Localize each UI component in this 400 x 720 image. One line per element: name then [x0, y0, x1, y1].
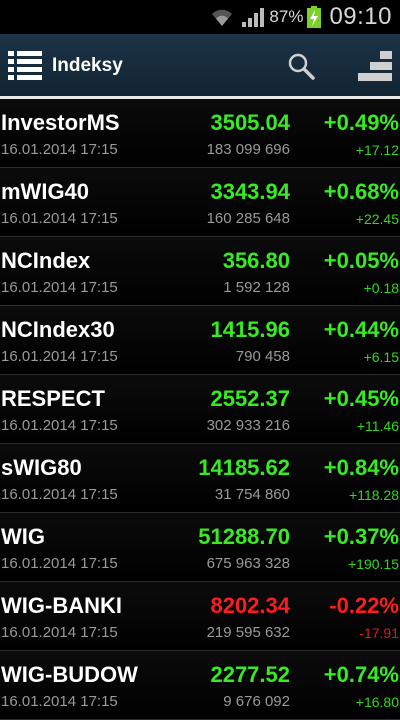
index-change-pct: +0.44%	[323, 317, 399, 342]
wifi-icon	[212, 9, 233, 26]
index-name: mWIG40	[1, 179, 90, 204]
index-date: 16.01.2014 17:15	[1, 348, 118, 365]
index-change: +0.18	[363, 280, 399, 296]
index-name: WIG-BANKI	[1, 593, 122, 618]
status-bar-right: 87% 09:10	[209, 0, 392, 34]
index-price: 8202.34	[210, 593, 290, 618]
index-date: 16.01.2014 17:15	[1, 693, 118, 710]
clock: 09:10	[329, 3, 392, 30]
list-item[interactable]: mWIG40 16.01.2014 17:15 3343.94 160 285 648…	[0, 168, 400, 237]
index-date: 16.01.2014 17:15	[1, 210, 118, 227]
battery-charging-icon	[307, 6, 322, 28]
index-volume: 1 592 128	[223, 279, 290, 296]
chart-icon[interactable]	[358, 51, 392, 81]
index-price: 2277.52	[210, 662, 290, 687]
index-volume: 790 458	[235, 348, 290, 365]
index-change: -17.91	[359, 625, 399, 641]
index-volume: 9 676 092	[223, 693, 290, 710]
index-name: RESPECT	[1, 386, 105, 411]
index-price: 51288.70	[198, 524, 290, 549]
battery-percent: 87%	[269, 7, 304, 26]
index-price: 1415.96	[210, 317, 290, 342]
list-item[interactable]: WIG 16.01.2014 17:15 51288.70 675 963 328 +0…	[0, 513, 400, 582]
index-volume: 219 595 632	[206, 624, 290, 641]
index-change: +190.15	[348, 556, 399, 572]
index-change-pct: +0.37%	[323, 524, 399, 549]
index-date: 16.01.2014 17:15	[1, 141, 118, 158]
index-volume: 675 963 328	[206, 555, 290, 572]
index-name: NCIndex	[1, 248, 91, 273]
index-change: +17.12	[355, 142, 399, 158]
index-date: 16.01.2014 17:15	[1, 555, 118, 572]
index-date: 16.01.2014 17:15	[1, 417, 118, 434]
index-change: +6.15	[363, 349, 399, 365]
index-date: 16.01.2014 17:15	[1, 486, 118, 503]
index-volume: 160 285 648	[206, 210, 290, 227]
index-change-pct: +0.05%	[323, 248, 399, 273]
page-title: Indeksy	[52, 55, 123, 76]
list-item[interactable]: InvestorMS 16.01.2014 17:15 3505.04 183 099…	[0, 99, 400, 168]
index-change-pct: -0.22%	[329, 593, 399, 618]
list-menu-icon[interactable]	[8, 49, 42, 82]
index-change-pct: +0.45%	[323, 386, 399, 411]
index-change-pct: +0.68%	[323, 179, 399, 204]
search-icon[interactable]	[287, 52, 315, 80]
index-date: 16.01.2014 17:15	[1, 624, 118, 641]
index-change-pct: +0.84%	[323, 455, 399, 480]
index-name: sWIG80	[1, 455, 82, 480]
index-price: 356.80	[222, 248, 290, 273]
index-price: 2552.37	[210, 386, 290, 411]
index-change: +22.45	[355, 211, 399, 227]
index-change-pct: +0.74%	[323, 662, 399, 687]
index-name: WIG-BUDOW	[1, 662, 138, 687]
index-name: WIG	[1, 524, 45, 549]
index-date: 16.01.2014 17:15	[1, 279, 118, 296]
index-price: 14185.62	[198, 455, 290, 480]
index-volume: 31 754 860	[214, 486, 290, 503]
list-item[interactable]: NCIndex 16.01.2014 17:15 356.80 1 592 128 +0…	[0, 237, 400, 306]
list-item[interactable]: WIG-BUDOW 16.01.2014 17:15 2277.52 9 676 09…	[0, 651, 400, 720]
index-list[interactable]: InvestorMS 16.01.2014 17:15 3505.04 183 099…	[0, 99, 400, 720]
index-change: +16.80	[355, 694, 399, 710]
index-name: NCIndex30	[1, 317, 115, 342]
list-item[interactable]: WIG-BANKI 16.01.2014 17:15 8202.34 219 595 …	[0, 582, 400, 651]
status-bar: 87% 09:10	[0, 0, 400, 34]
index-price: 3505.04	[210, 110, 290, 135]
index-volume: 302 933 216	[206, 417, 290, 434]
list-item[interactable]: NCIndex30 16.01.2014 17:15 1415.96 790 458 +…	[0, 306, 400, 375]
index-name: InvestorMS	[1, 110, 120, 135]
index-change-pct: +0.49%	[323, 110, 399, 135]
list-item[interactable]: sWIG80 16.01.2014 17:15 14185.62 31 754 860…	[0, 444, 400, 513]
index-change: +118.28	[349, 487, 399, 503]
index-volume: 183 099 696	[206, 141, 290, 158]
action-bar: Indeksy	[0, 34, 400, 96]
list-item[interactable]: RESPECT 16.01.2014 17:15 2552.37 302 933 21…	[0, 375, 400, 444]
index-price: 3343.94	[210, 179, 290, 204]
index-change: +11.46	[356, 418, 399, 434]
signal-icon	[242, 8, 265, 27]
